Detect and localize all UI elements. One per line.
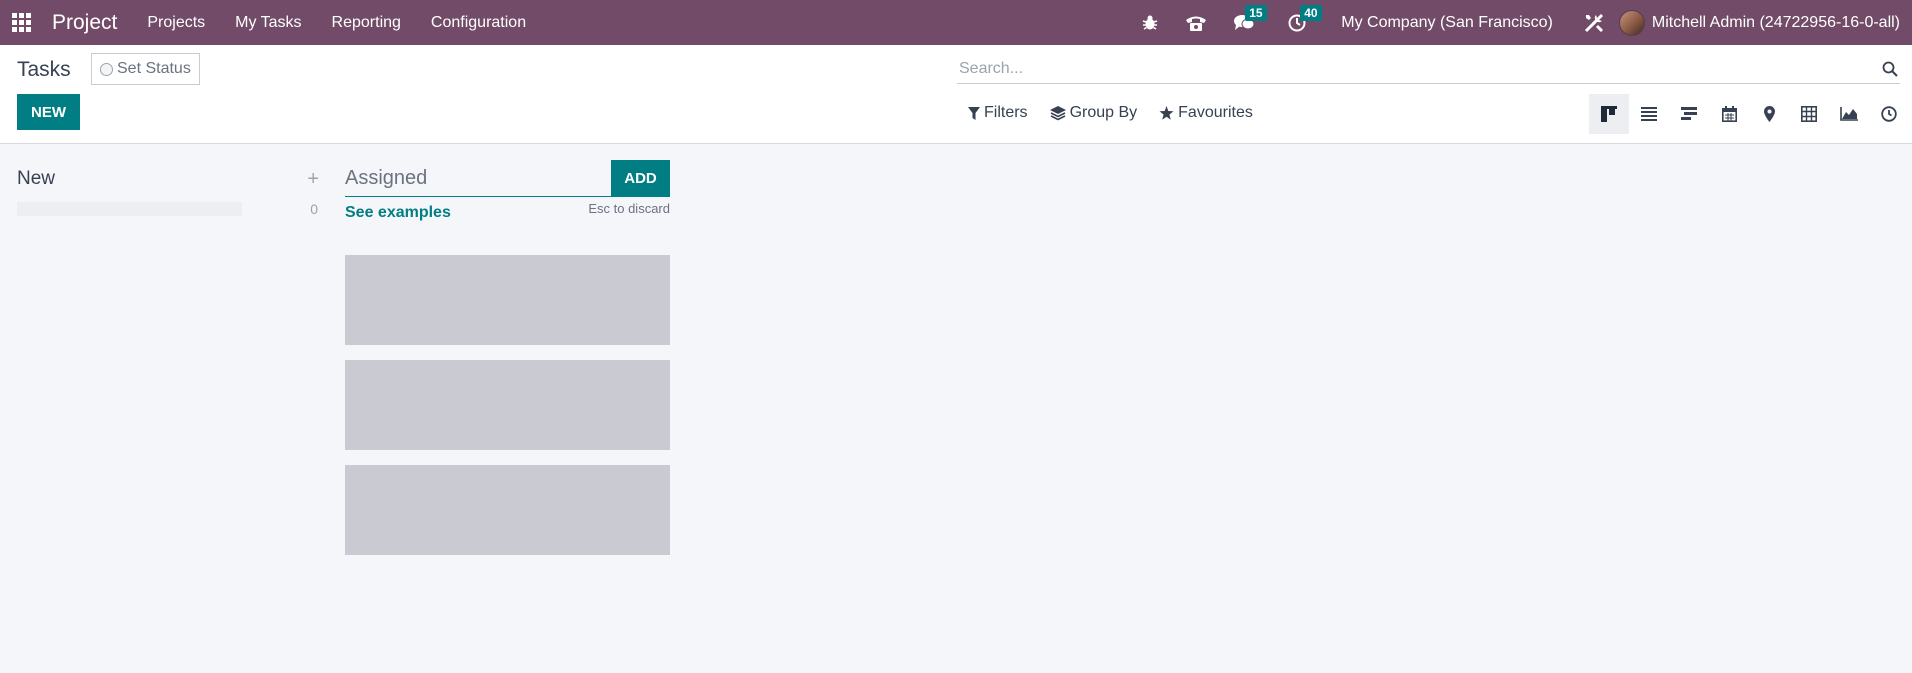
pivot-view-icon[interactable] — [1789, 94, 1829, 134]
top-navbar: Project Projects My Tasks Reporting Conf… — [0, 0, 1912, 45]
see-examples-link[interactable]: See examples — [345, 204, 451, 222]
company-switcher[interactable]: My Company (San Francisco) — [1341, 14, 1553, 32]
column-progress-bar — [17, 202, 242, 216]
quick-create-footer: See examples Esc to discard — [345, 201, 670, 222]
menu-projects[interactable]: Projects — [147, 14, 205, 32]
menu-reporting[interactable]: Reporting — [332, 14, 401, 32]
kanban-column-new: New + 0 — [17, 167, 323, 217]
column-quick-add-icon[interactable]: + — [307, 168, 319, 191]
search-bar — [957, 54, 1900, 84]
map-view-icon[interactable] — [1749, 94, 1789, 134]
user-menu[interactable]: Mitchell Admin (24722956-16-0-all) — [1652, 14, 1900, 32]
filters-button[interactable]: Filters — [968, 104, 1028, 122]
filter-funnel-icon — [968, 106, 980, 120]
new-button[interactable]: NEW — [17, 94, 80, 130]
quick-create-row: ADD — [345, 160, 670, 197]
page-title: Tasks — [17, 58, 71, 81]
app-grid-icon[interactable] — [12, 12, 32, 33]
menu-configuration[interactable]: Configuration — [431, 14, 526, 32]
search-icon[interactable] — [1880, 59, 1900, 79]
kanban-board: New + 0 ADD See examples Esc to discard — [0, 145, 1912, 673]
calendar-view-icon[interactable] — [1709, 94, 1749, 134]
messages-icon[interactable]: 15 — [1233, 4, 1267, 32]
status-circle-icon — [100, 62, 113, 76]
set-status-label: Set Status — [117, 60, 191, 77]
add-column-button[interactable]: ADD — [611, 160, 670, 197]
ghost-card-placeholder — [345, 255, 670, 345]
list-view-icon[interactable] — [1629, 94, 1669, 134]
quick-create-column: ADD See examples Esc to discard — [345, 160, 670, 222]
debug-bug-icon[interactable] — [1141, 14, 1159, 32]
activities-count-badge: 40 — [1300, 4, 1322, 21]
app-name[interactable]: Project — [52, 11, 117, 35]
tools-icon[interactable] — [1583, 12, 1605, 34]
column-name-input[interactable] — [345, 160, 611, 197]
column-title[interactable]: New — [17, 168, 55, 190]
favourites-button[interactable]: Favourites — [1159, 104, 1253, 122]
phone-icon[interactable] — [1185, 14, 1207, 32]
menu-my-tasks[interactable]: My Tasks — [235, 14, 301, 32]
favourites-label: Favourites — [1178, 104, 1253, 121]
user-avatar[interactable] — [1618, 9, 1645, 36]
column-record-count: 0 — [310, 201, 318, 217]
activity-view-icon[interactable] — [1869, 94, 1909, 134]
control-panel: Tasks Set Status NEW Filters Group By Fa… — [0, 45, 1912, 144]
gantt-view-icon[interactable] — [1669, 94, 1709, 134]
group-by-button[interactable]: Group By — [1049, 104, 1138, 122]
group-by-label: Group By — [1069, 104, 1138, 121]
ghost-card-placeholder — [345, 465, 670, 555]
ghost-card-placeholder — [345, 360, 670, 450]
messages-count-badge: 15 — [1245, 4, 1267, 21]
graph-view-icon[interactable] — [1829, 94, 1869, 134]
search-options: Filters Group By Favourites — [968, 104, 1275, 122]
filters-label: Filters — [984, 104, 1028, 121]
layers-icon — [1049, 105, 1066, 120]
view-switcher — [1589, 94, 1909, 134]
search-input[interactable] — [957, 59, 1880, 78]
kanban-view-icon[interactable] — [1589, 94, 1629, 134]
column-header: New + — [17, 167, 323, 191]
column-progress-row: 0 — [17, 201, 323, 217]
set-status-button[interactable]: Set Status — [91, 53, 200, 85]
activities-clock-icon[interactable]: 40 — [1288, 4, 1322, 32]
esc-discard-hint: Esc to discard — [588, 201, 670, 216]
star-icon — [1159, 105, 1174, 120]
